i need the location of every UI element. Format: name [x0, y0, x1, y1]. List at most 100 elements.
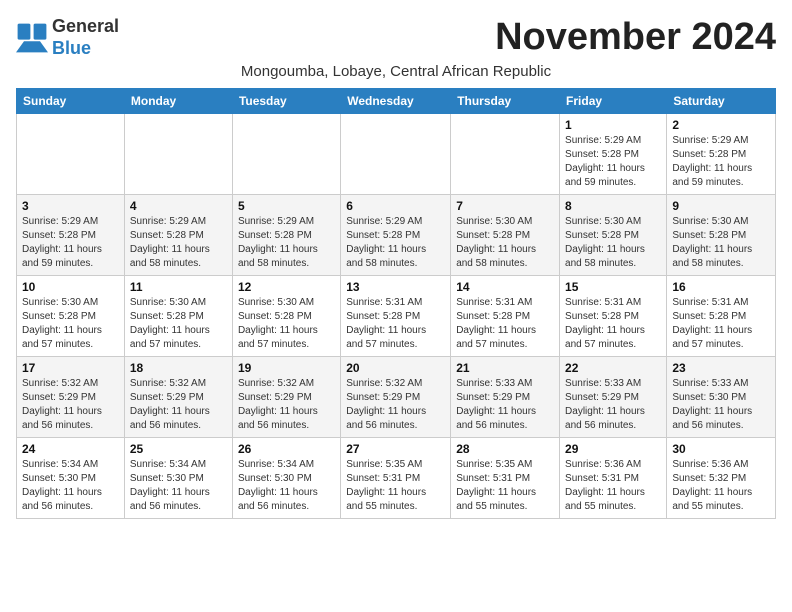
day-info: Sunrise: 5:29 AM Sunset: 5:28 PM Dayligh… [346, 215, 445, 271]
day-number: 28 [456, 442, 554, 456]
day-info: Sunrise: 5:29 AM Sunset: 5:28 PM Dayligh… [565, 134, 661, 190]
day-info: Sunrise: 5:31 AM Sunset: 5:28 PM Dayligh… [346, 296, 445, 352]
calendar-cell: 5 Sunrise: 5:29 AM Sunset: 5:28 PM Daylig… [232, 195, 340, 276]
day-number: 8 [565, 199, 661, 213]
day-info: Sunrise: 5:35 AM Sunset: 5:31 PM Dayligh… [456, 458, 554, 514]
day-info: Sunrise: 5:29 AM Sunset: 5:28 PM Dayligh… [238, 215, 335, 271]
day-info: Sunrise: 5:33 AM Sunset: 5:29 PM Dayligh… [456, 377, 554, 433]
calendar-cell: 9 Sunrise: 5:30 AM Sunset: 5:28 PM Daylig… [667, 195, 776, 276]
day-info: Sunrise: 5:31 AM Sunset: 5:28 PM Dayligh… [456, 296, 554, 352]
day-info: Sunrise: 5:36 AM Sunset: 5:31 PM Dayligh… [565, 458, 661, 514]
header-monday: Monday [124, 89, 232, 114]
day-number: 27 [346, 442, 445, 456]
day-number: 1 [565, 118, 661, 132]
header-sunday: Sunday [17, 89, 125, 114]
day-info: Sunrise: 5:31 AM Sunset: 5:28 PM Dayligh… [672, 296, 770, 352]
day-number: 4 [130, 199, 227, 213]
calendar-cell: 19 Sunrise: 5:32 AM Sunset: 5:29 PM Dayli… [232, 357, 340, 438]
day-info: Sunrise: 5:30 AM Sunset: 5:28 PM Dayligh… [672, 215, 770, 271]
day-number: 13 [346, 280, 445, 294]
day-info: Sunrise: 5:32 AM Sunset: 5:29 PM Dayligh… [238, 377, 335, 433]
calendar-cell: 24Sunrise: 5:34 AM Sunset: 5:30 PM Dayli… [17, 438, 125, 519]
calendar-cell: 2 Sunrise: 5:29 AM Sunset: 5:28 PM Daylig… [667, 114, 776, 195]
calendar-cell: 29 Sunrise: 5:36 AM Sunset: 5:31 PM Dayli… [560, 438, 667, 519]
calendar-cell [17, 114, 125, 195]
day-number: 19 [238, 361, 335, 375]
day-number: 15 [565, 280, 661, 294]
month-title: November 2024 [495, 16, 776, 59]
logo-general: General [52, 16, 119, 38]
day-number: 12 [238, 280, 335, 294]
week-row-2: 3Sunrise: 5:29 AM Sunset: 5:28 PM Daylig… [17, 195, 776, 276]
day-number: 16 [672, 280, 770, 294]
day-number: 20 [346, 361, 445, 375]
calendar-cell [451, 114, 560, 195]
week-row-1: 1 Sunrise: 5:29 AM Sunset: 5:28 PM Daylig… [17, 114, 776, 195]
day-number: 2 [672, 118, 770, 132]
day-info: Sunrise: 5:32 AM Sunset: 5:29 PM Dayligh… [22, 377, 119, 433]
calendar-cell [341, 114, 451, 195]
calendar-cell: 4Sunrise: 5:29 AM Sunset: 5:28 PM Daylig… [124, 195, 232, 276]
calendar-cell: 1 Sunrise: 5:29 AM Sunset: 5:28 PM Daylig… [560, 114, 667, 195]
day-number: 30 [672, 442, 770, 456]
day-number: 18 [130, 361, 227, 375]
calendar-cell: 30 Sunrise: 5:36 AM Sunset: 5:32 PM Dayli… [667, 438, 776, 519]
logo-blue: Blue [52, 38, 91, 58]
day-number: 6 [346, 199, 445, 213]
day-info: Sunrise: 5:29 AM Sunset: 5:28 PM Dayligh… [672, 134, 770, 190]
day-info: Sunrise: 5:36 AM Sunset: 5:32 PM Dayligh… [672, 458, 770, 514]
day-number: 11 [130, 280, 227, 294]
calendar-cell: 21Sunrise: 5:33 AM Sunset: 5:29 PM Dayli… [451, 357, 560, 438]
calendar-cell: 18 Sunrise: 5:32 AM Sunset: 5:29 PM Dayli… [124, 357, 232, 438]
day-info: Sunrise: 5:35 AM Sunset: 5:31 PM Dayligh… [346, 458, 445, 514]
logo: General Blue [16, 16, 119, 59]
day-info: Sunrise: 5:30 AM Sunset: 5:28 PM Dayligh… [456, 215, 554, 271]
calendar-cell: 25 Sunrise: 5:34 AM Sunset: 5:30 PM Dayli… [124, 438, 232, 519]
day-info: Sunrise: 5:30 AM Sunset: 5:28 PM Dayligh… [565, 215, 661, 271]
calendar-cell: 26 Sunrise: 5:34 AM Sunset: 5:30 PM Dayli… [232, 438, 340, 519]
day-info: Sunrise: 5:32 AM Sunset: 5:29 PM Dayligh… [130, 377, 227, 433]
day-number: 26 [238, 442, 335, 456]
day-number: 29 [565, 442, 661, 456]
header-friday: Friday [560, 89, 667, 114]
header: General Blue November 2024 [16, 16, 776, 59]
week-row-4: 17Sunrise: 5:32 AM Sunset: 5:29 PM Dayli… [17, 357, 776, 438]
calendar-cell: 22 Sunrise: 5:33 AM Sunset: 5:29 PM Dayli… [560, 357, 667, 438]
calendar-cell: 11 Sunrise: 5:30 AM Sunset: 5:28 PM Dayli… [124, 276, 232, 357]
calendar-cell: 13 Sunrise: 5:31 AM Sunset: 5:28 PM Dayli… [341, 276, 451, 357]
header-tuesday: Tuesday [232, 89, 340, 114]
calendar-cell: 17Sunrise: 5:32 AM Sunset: 5:29 PM Dayli… [17, 357, 125, 438]
day-info: Sunrise: 5:30 AM Sunset: 5:28 PM Dayligh… [130, 296, 227, 352]
day-info: Sunrise: 5:34 AM Sunset: 5:30 PM Dayligh… [22, 458, 119, 514]
calendar-cell [232, 114, 340, 195]
day-info: Sunrise: 5:31 AM Sunset: 5:28 PM Dayligh… [565, 296, 661, 352]
day-number: 23 [672, 361, 770, 375]
calendar-cell: 8 Sunrise: 5:30 AM Sunset: 5:28 PM Daylig… [560, 195, 667, 276]
day-number: 9 [672, 199, 770, 213]
day-info: Sunrise: 5:34 AM Sunset: 5:30 PM Dayligh… [130, 458, 227, 514]
week-row-3: 10 Sunrise: 5:30 AM Sunset: 5:28 PM Dayli… [17, 276, 776, 357]
day-info: Sunrise: 5:33 AM Sunset: 5:30 PM Dayligh… [672, 377, 770, 433]
calendar-cell: 20 Sunrise: 5:32 AM Sunset: 5:29 PM Dayli… [341, 357, 451, 438]
day-info: Sunrise: 5:34 AM Sunset: 5:30 PM Dayligh… [238, 458, 335, 514]
calendar-cell: 10 Sunrise: 5:30 AM Sunset: 5:28 PM Dayli… [17, 276, 125, 357]
day-info: Sunrise: 5:29 AM Sunset: 5:28 PM Dayligh… [22, 215, 119, 271]
subtitle: Mongoumba, Lobaye, Central African Repub… [16, 63, 776, 80]
day-number: 25 [130, 442, 227, 456]
day-number: 5 [238, 199, 335, 213]
calendar-cell: 15 Sunrise: 5:31 AM Sunset: 5:28 PM Dayli… [560, 276, 667, 357]
calendar-table: Sunday Monday Tuesday Wednesday Thursday… [16, 88, 776, 519]
header-saturday: Saturday [667, 89, 776, 114]
day-info: Sunrise: 5:30 AM Sunset: 5:28 PM Dayligh… [238, 296, 335, 352]
header-wednesday: Wednesday [341, 89, 451, 114]
calendar-cell: 14Sunrise: 5:31 AM Sunset: 5:28 PM Dayli… [451, 276, 560, 357]
calendar-cell [124, 114, 232, 195]
calendar-cell: 23 Sunrise: 5:33 AM Sunset: 5:30 PM Dayli… [667, 357, 776, 438]
day-number: 22 [565, 361, 661, 375]
day-info: Sunrise: 5:33 AM Sunset: 5:29 PM Dayligh… [565, 377, 661, 433]
day-info: Sunrise: 5:30 AM Sunset: 5:28 PM Dayligh… [22, 296, 119, 352]
day-info: Sunrise: 5:32 AM Sunset: 5:29 PM Dayligh… [346, 377, 445, 433]
calendar-cell: 28 Sunrise: 5:35 AM Sunset: 5:31 PM Dayli… [451, 438, 560, 519]
day-number: 7 [456, 199, 554, 213]
day-number: 10 [22, 280, 119, 294]
